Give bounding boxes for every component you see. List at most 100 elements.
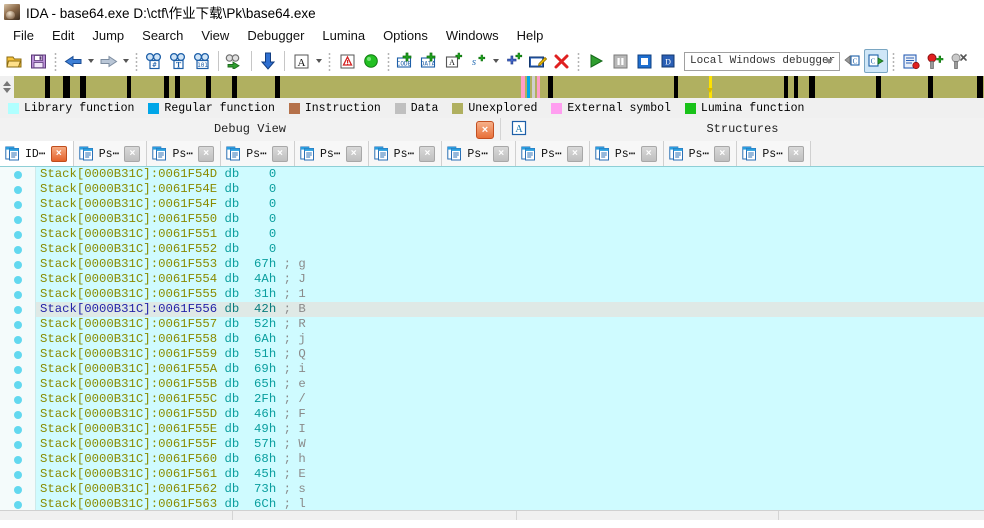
gutter-marker-dot[interactable]: [14, 321, 22, 329]
disassembly-view[interactable]: Stack[0000B31C]:0061F54D db 0 Stack[0000B…: [0, 167, 984, 520]
navband-arrows[interactable]: [0, 76, 14, 98]
view-tab-close-icon[interactable]: ×: [271, 145, 288, 162]
start-process-icon[interactable]: C: [864, 49, 888, 73]
view-tab-close-icon[interactable]: ×: [566, 145, 583, 162]
menu-debugger[interactable]: Debugger: [238, 26, 313, 45]
gutter-marker-dot[interactable]: [14, 441, 22, 449]
gutter-marker-dot[interactable]: [14, 216, 22, 224]
view-tab-close-icon[interactable]: ×: [640, 145, 657, 162]
gutter-marker-dot[interactable]: [14, 291, 22, 299]
debugger-select[interactable]: Local Windows debugger: [684, 51, 840, 71]
disassembly-line[interactable]: Stack[0000B31C]:0061F55C db 2Fh ; /: [36, 392, 984, 407]
navigation-band[interactable]: [0, 76, 984, 98]
navband-down-arrow-icon[interactable]: [3, 88, 11, 93]
disassembly-line[interactable]: Stack[0000B31C]:0061F55F db 57h ; W: [36, 437, 984, 452]
disassembly-line[interactable]: Stack[0000B31C]:0061F553 db 67h ; g: [36, 257, 984, 272]
toolbar-grip-4[interactable]: [385, 51, 392, 71]
open-file-icon[interactable]: [2, 49, 26, 73]
disassembly-line[interactable]: Stack[0000B31C]:0061F562 db 73h ; s: [36, 482, 984, 497]
menu-lumina[interactable]: Lumina: [313, 26, 374, 45]
gutter-marker-dot[interactable]: [14, 306, 22, 314]
gutter-marker-dot[interactable]: [14, 456, 22, 464]
edit-function-icon[interactable]: [525, 49, 549, 73]
view-tab-0[interactable]: ID⋯ ×: [0, 141, 74, 166]
forward-arrow-icon[interactable]: [96, 49, 120, 73]
disassembly-line[interactable]: Stack[0000B31C]:0061F560 db 68h ; h: [36, 452, 984, 467]
gutter-marker-dot[interactable]: [14, 501, 22, 509]
view-tab-close-icon[interactable]: ×: [419, 145, 436, 162]
view-tab-5[interactable]: Ps⋯ ×: [368, 141, 443, 166]
disassembly-line[interactable]: Stack[0000B31C]:0061F54F db 0: [36, 197, 984, 212]
undefine-icon[interactable]: [549, 49, 573, 73]
view-tab-6[interactable]: Ps⋯ ×: [442, 141, 517, 166]
search-next-icon[interactable]: [223, 49, 247, 73]
menu-options[interactable]: Options: [374, 26, 437, 45]
gutter-marker-dot[interactable]: [14, 426, 22, 434]
disassembly-line[interactable]: Stack[0000B31C]:0061F552 db 0: [36, 242, 984, 257]
disassembly-line[interactable]: Stack[0000B31C]:0061F556 db 42h ; B: [36, 302, 984, 317]
view-tab-close-icon[interactable]: ×: [493, 145, 510, 162]
menu-help[interactable]: Help: [508, 26, 553, 45]
run-icon[interactable]: [584, 49, 608, 73]
gutter-marker-dot[interactable]: [14, 486, 22, 494]
view-tab-3[interactable]: Ps⋯ ×: [221, 141, 295, 166]
debugger-options-icon[interactable]: D: [656, 49, 680, 73]
toolbar-grip-2[interactable]: [133, 51, 140, 71]
view-tab-9[interactable]: Ps⋯ ×: [663, 141, 738, 166]
menu-search[interactable]: Search: [133, 26, 192, 45]
view-tab-10[interactable]: Ps⋯ ×: [737, 141, 812, 166]
warning-icon[interactable]: [335, 49, 359, 73]
view-tab-8[interactable]: Ps⋯ ×: [589, 141, 664, 166]
debug-view-close-icon[interactable]: ×: [476, 121, 494, 139]
disassembly-line[interactable]: Stack[0000B31C]:0061F557 db 52h ; R: [36, 317, 984, 332]
make-string-icon[interactable]: s: [466, 49, 490, 73]
delete-breakpoint-icon[interactable]: [947, 49, 971, 73]
menu-file[interactable]: File: [4, 26, 43, 45]
save-icon[interactable]: [26, 49, 50, 73]
toolbar-grip[interactable]: [52, 51, 59, 71]
toolbar-grip-3[interactable]: [326, 51, 333, 71]
attach-process-icon[interactable]: C: [840, 49, 864, 73]
disassembly-line[interactable]: Stack[0000B31C]:0061F55A db 69h ; i: [36, 362, 984, 377]
disassembly-line[interactable]: Stack[0000B31C]:0061F55E db 49h ; I: [36, 422, 984, 437]
toolbar-grip-6[interactable]: [890, 51, 897, 71]
view-tab-1[interactable]: Ps⋯ ×: [73, 141, 148, 166]
green-circle-icon[interactable]: [359, 49, 383, 73]
menu-windows[interactable]: Windows: [437, 26, 508, 45]
navband-strip[interactable]: [14, 76, 984, 98]
view-tab-strip[interactable]: ID⋯ × Ps⋯ × Ps⋯ × Ps⋯ × Ps⋯ × Ps⋯ × Ps⋯ × Ps⋯ × Ps⋯ × Ps⋯ ×…: [0, 140, 984, 167]
make-struct-icon[interactable]: [501, 49, 525, 73]
disassembly-line[interactable]: Stack[0000B31C]:0061F550 db 0: [36, 212, 984, 227]
breakpoint-list-icon[interactable]: [899, 49, 923, 73]
back-arrow-icon[interactable]: [61, 49, 85, 73]
disassembly-line[interactable]: Stack[0000B31C]:0061F558 db 6Ah ; j: [36, 332, 984, 347]
gutter-marker-dot[interactable]: [14, 276, 22, 284]
breakpoint-gutter[interactable]: [0, 167, 36, 520]
view-tab-close-icon[interactable]: ×: [124, 145, 141, 162]
view-tab-2[interactable]: Ps⋯ ×: [147, 141, 222, 166]
disassembly-line[interactable]: Stack[0000B31C]:0061F551 db 0: [36, 227, 984, 242]
disassembly-line[interactable]: Stack[0000B31C]:0061F555 db 31h ; 1: [36, 287, 984, 302]
gutter-marker-dot[interactable]: [14, 366, 22, 374]
jump-down-icon[interactable]: [256, 49, 280, 73]
view-tab-close-icon[interactable]: ×: [714, 145, 731, 162]
gutter-marker-dot[interactable]: [14, 186, 22, 194]
menu-view[interactable]: View: [192, 26, 238, 45]
pause-icon[interactable]: [608, 49, 632, 73]
gutter-marker-dot[interactable]: [14, 351, 22, 359]
search-hash-icon[interactable]: #: [142, 49, 166, 73]
view-tab-close-icon[interactable]: ×: [788, 145, 805, 162]
gutter-marker-dot[interactable]: [14, 246, 22, 254]
navband-up-arrow-icon[interactable]: [3, 81, 11, 86]
make-data-icon[interactable]: DATA: [418, 49, 442, 73]
search-text-icon[interactable]: T: [166, 49, 190, 73]
search-immediate-icon[interactable]: 101: [190, 49, 214, 73]
gutter-marker-dot[interactable]: [14, 201, 22, 209]
gutter-marker-dot[interactable]: [14, 381, 22, 389]
view-tab-4[interactable]: Ps⋯ ×: [294, 141, 369, 166]
gutter-marker-dot[interactable]: [14, 261, 22, 269]
gutter-marker-dot[interactable]: [14, 336, 22, 344]
view-tab-close-icon[interactable]: ×: [198, 145, 215, 162]
text-view-icon[interactable]: A: [289, 49, 313, 73]
menu-jump[interactable]: Jump: [83, 26, 133, 45]
